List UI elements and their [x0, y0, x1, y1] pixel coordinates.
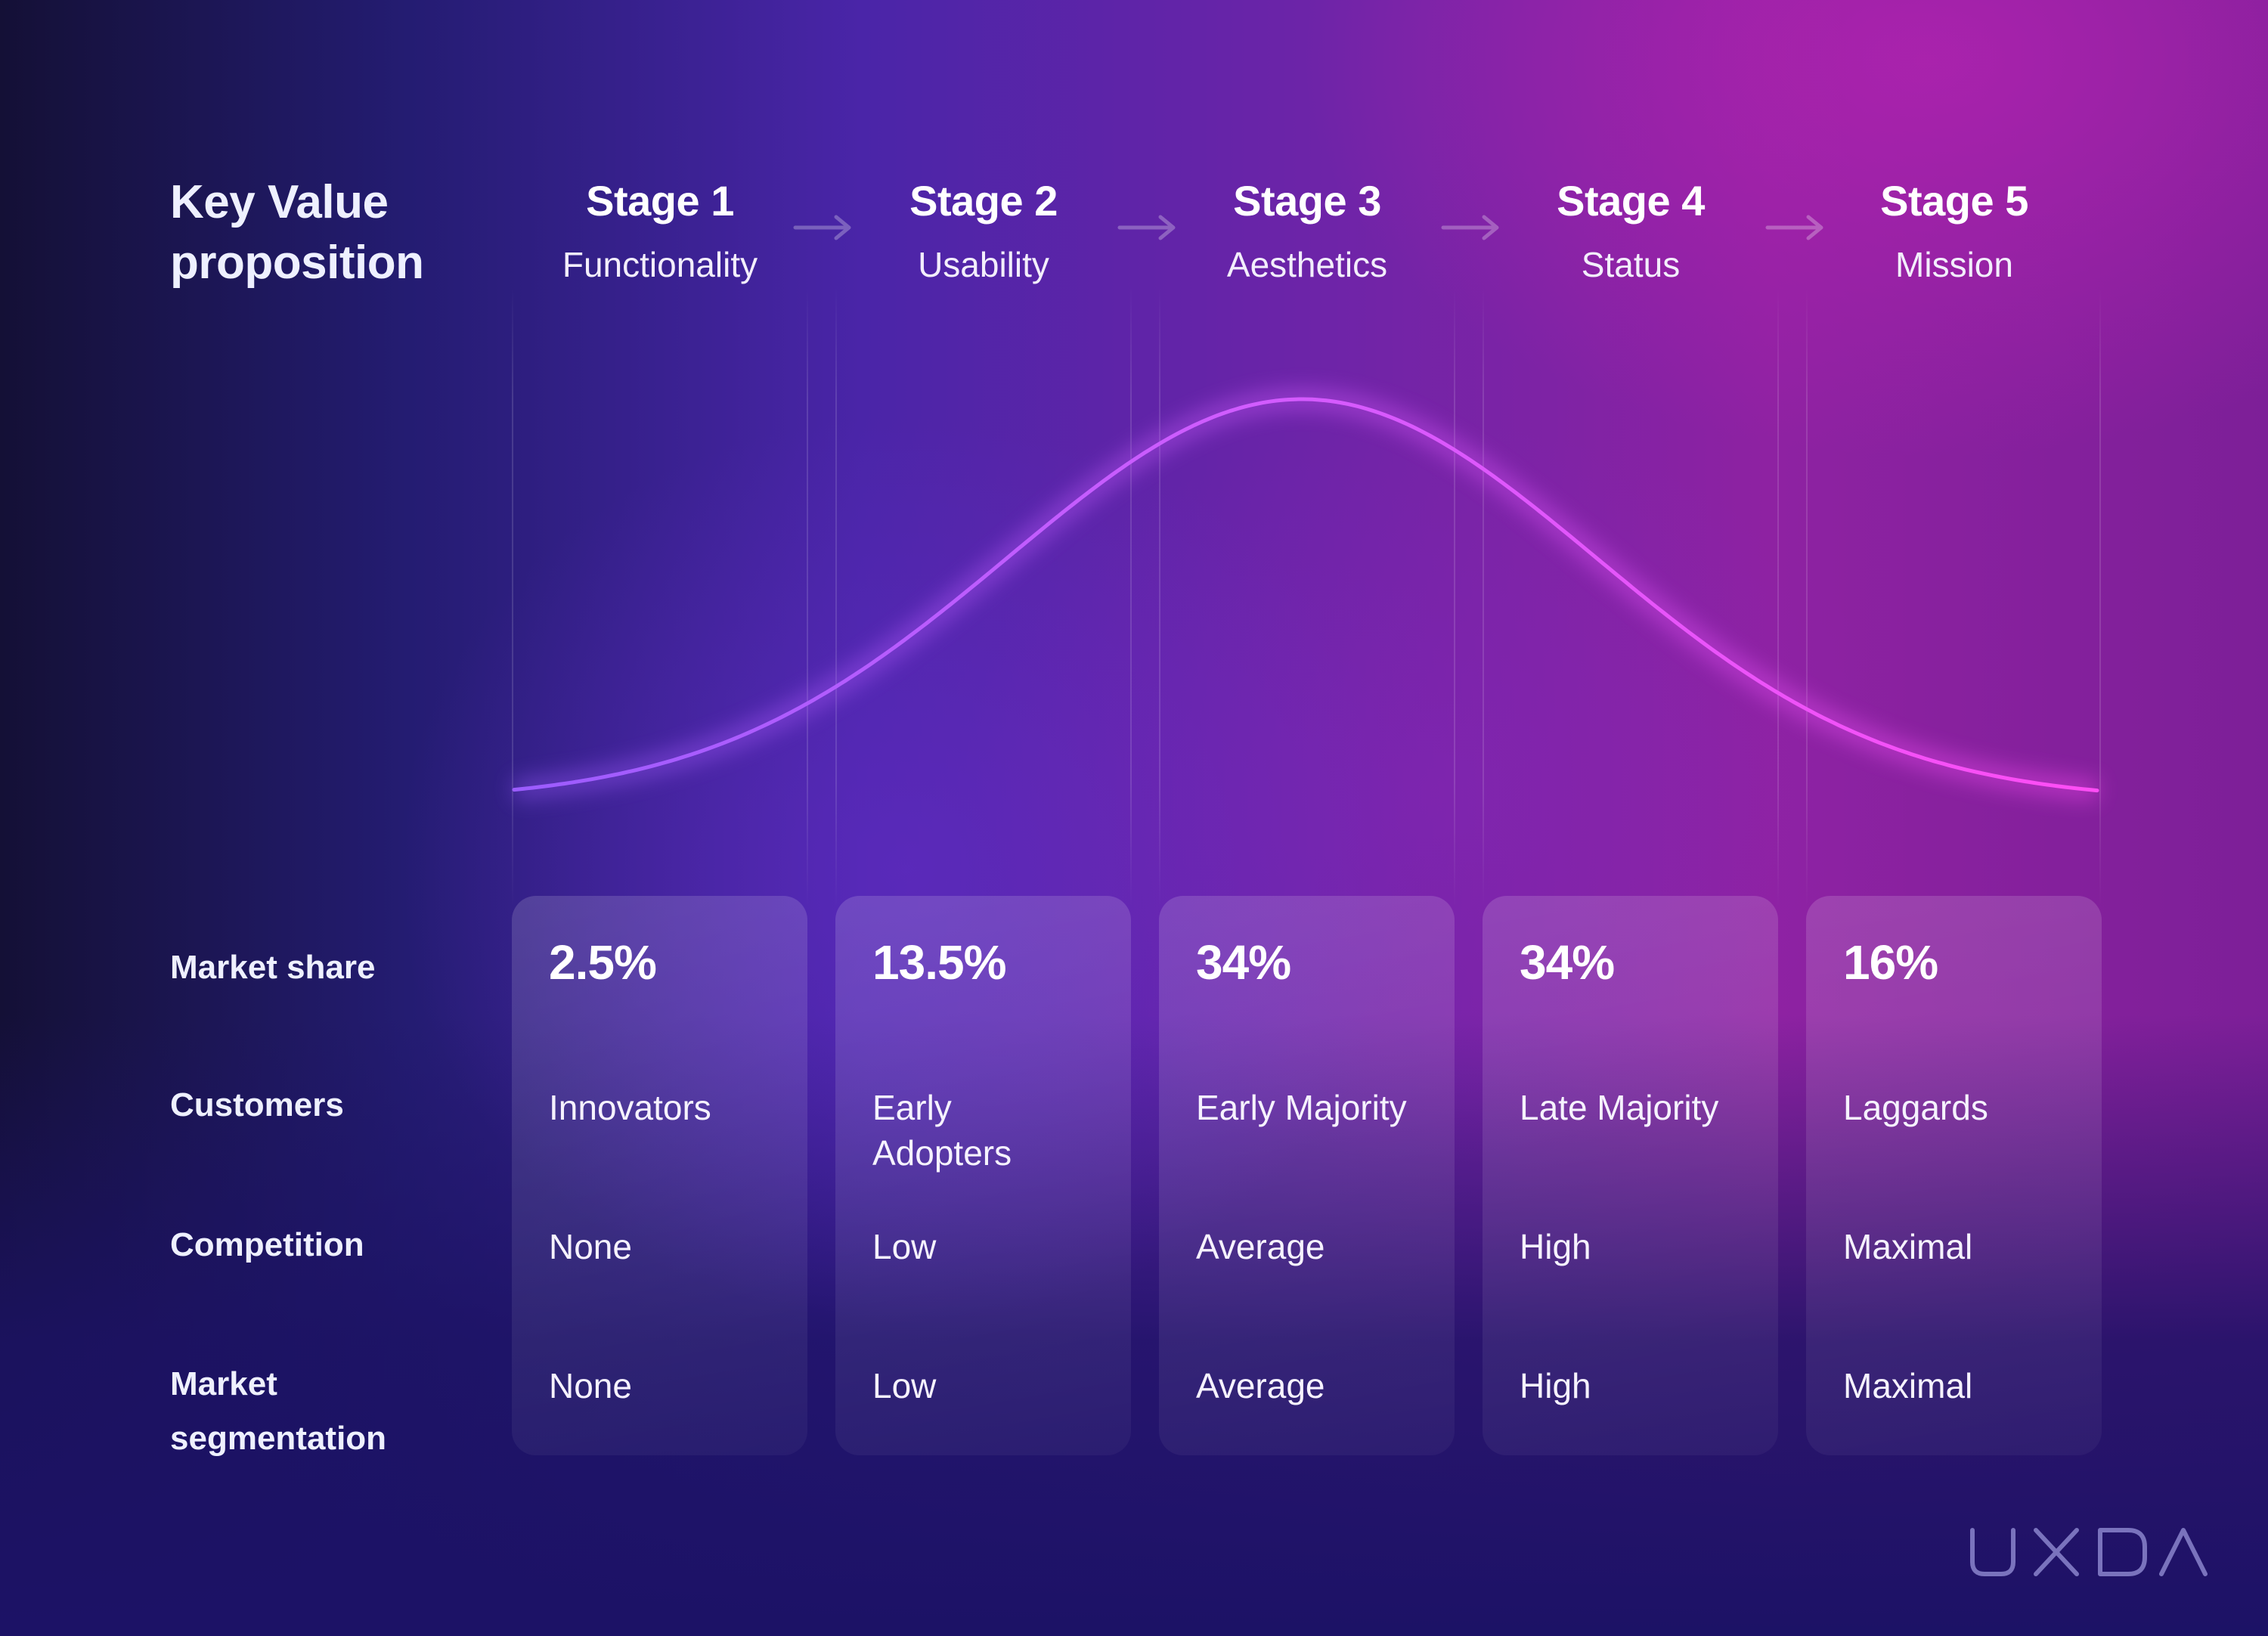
divider-line — [807, 287, 808, 907]
stage-card-5: 16% Laggards Maximal Maximal — [1806, 896, 2102, 1455]
market-share-value: 2.5% — [549, 935, 657, 990]
divider-line — [1483, 287, 1484, 907]
competition-value: High — [1520, 1227, 1591, 1266]
divider-line — [835, 287, 837, 907]
stage-value: Aesthetics — [1226, 245, 1388, 284]
stage-value: Status — [1581, 245, 1681, 284]
curve-line — [512, 397, 2099, 793]
divider-line — [1159, 287, 1160, 907]
divider-line — [2099, 287, 2101, 907]
competition-value: Low — [872, 1227, 937, 1266]
divider-line — [1777, 287, 1779, 907]
competition-value: Average — [1196, 1227, 1325, 1266]
segmentation-value: Average — [1196, 1366, 1325, 1405]
stage-value: Mission — [1895, 245, 2013, 284]
stage-name: Stage 1 — [586, 177, 734, 225]
stage-card-3: 34% Early Majority Average Average — [1159, 896, 1455, 1455]
market-share-value: 13.5% — [872, 935, 1006, 990]
customers-value: Early — [872, 1088, 952, 1127]
segmentation-value: Low — [872, 1366, 937, 1405]
uxda-logo: UXDA — [1970, 1528, 2208, 1576]
segmentation-value: High — [1520, 1366, 1591, 1405]
stage-name: Stage 5 — [1880, 177, 2028, 225]
competition-value: Maximal — [1843, 1227, 1973, 1266]
divider-line — [1454, 287, 1455, 907]
title-line-1: Key Value — [170, 176, 389, 228]
stage-name: Stage 2 — [909, 177, 1058, 225]
market-share-value: 16% — [1843, 935, 1938, 990]
stage-name: Stage 4 — [1557, 177, 1705, 225]
row-label-market-share: Market share — [170, 949, 376, 986]
customers-value: Laggards — [1843, 1088, 1988, 1127]
stage-value: Usability — [918, 245, 1049, 284]
divider-line — [1130, 287, 1132, 907]
market-share-value: 34% — [1520, 935, 1615, 990]
row-label-segmentation-2: segmentation — [170, 1420, 387, 1457]
customers-value: Innovators — [549, 1088, 711, 1127]
stage-card-4: 34% Late Majority High High — [1483, 896, 1778, 1455]
row-label-segmentation-1: Market — [170, 1365, 277, 1402]
divider-line — [512, 287, 513, 907]
divider-line — [1806, 287, 1808, 907]
customers-value-line2: Adopters — [872, 1133, 1012, 1173]
row-label-customers: Customers — [170, 1086, 344, 1123]
curve-glow — [513, 389, 2099, 801]
stage-card-1: 2.5% Innovators None None — [512, 896, 807, 1455]
competition-value: None — [549, 1227, 632, 1266]
stage-name: Stage 3 — [1233, 177, 1381, 225]
customers-value: Early Majority — [1196, 1088, 1407, 1127]
arrow-right-icon — [1765, 215, 1823, 240]
arrow-right-icon — [1441, 215, 1499, 240]
row-label-competition: Competition — [170, 1226, 364, 1263]
arrow-right-icon — [1117, 215, 1176, 240]
market-share-value: 34% — [1196, 935, 1291, 990]
segmentation-value: None — [549, 1366, 632, 1405]
segmentation-value: Maximal — [1843, 1366, 1973, 1405]
arrow-right-icon — [793, 215, 851, 240]
stage-card-2: 13.5% Early Adopters Low Low — [835, 896, 1131, 1455]
stage-value: Functionality — [562, 245, 758, 284]
page-title: Key Value proposition — [170, 172, 424, 293]
customers-value: Late Majority — [1520, 1088, 1719, 1127]
title-line-2: proposition — [170, 237, 424, 289]
